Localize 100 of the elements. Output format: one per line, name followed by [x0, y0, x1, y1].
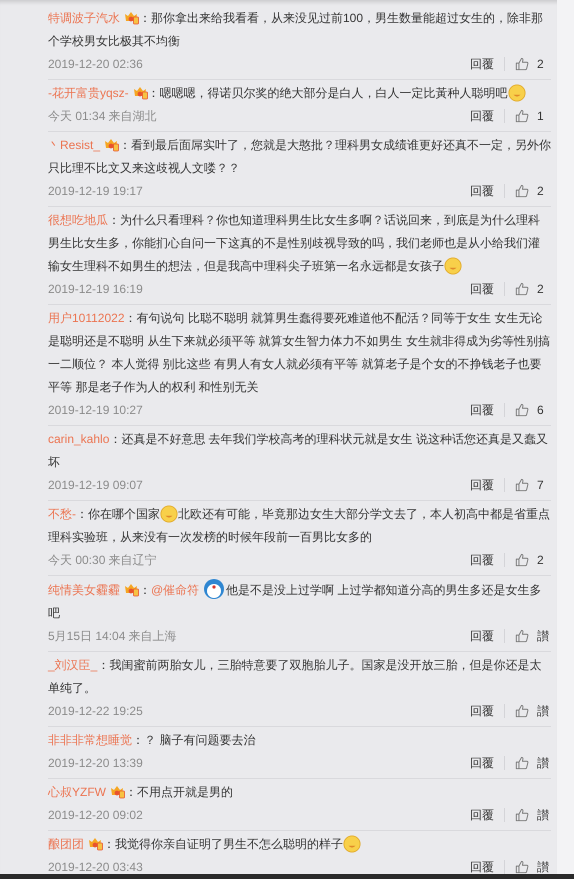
comment-text: 理科实验班，从来没有一次发榜的时候年段前一百男比女多的 [48, 530, 372, 544]
comment-time: 2019-12-20 09:02 [48, 807, 144, 824]
colon-separator: ： [139, 583, 151, 597]
comment-text: 他是不是没上过学啊 上过学都知道分高的男生多还是女生多 [226, 583, 542, 597]
comment-text: 那你拿出来给我看看，从来没见过前100，男生数量能超过女生的，除非那 [151, 11, 544, 25]
user-name-link[interactable]: 用户10112022 [48, 311, 124, 325]
user-name-link[interactable]: 非非非常想睡觉 [48, 733, 132, 747]
thumbs-up-icon[interactable] [515, 478, 529, 492]
colon-separator: ： [76, 507, 88, 521]
smiley-icon [508, 84, 526, 102]
like-count: 讃 [537, 703, 550, 720]
comment-text: 个学校男女比极其不均衡 [48, 34, 180, 48]
comment-text: 看到最后面屌实叶了，您就是大憨批？理科男女成绩谁更好还真不一定，另外你 [131, 138, 552, 152]
thumbs-up-icon[interactable] [515, 184, 529, 198]
smiley-icon [444, 257, 462, 275]
sticker-icon [203, 578, 226, 600]
comment-time: 2019-12-19 16:19 [48, 281, 144, 298]
reply-link[interactable]: 回覆 [470, 806, 494, 824]
reply-link[interactable]: 回覆 [470, 182, 494, 200]
like-count: 讃 [537, 859, 550, 874]
comment-text: 吧 [48, 606, 60, 620]
reply-link[interactable]: 回覆 [470, 55, 494, 73]
thumbs-up-icon[interactable] [515, 403, 529, 417]
mention-link[interactable]: @催命符 [151, 583, 200, 597]
reply-link[interactable]: 回覆 [470, 551, 494, 569]
user-name-link[interactable]: 很想吃地瓜 [48, 213, 108, 227]
comment-time: 2019-12-19 19:17 [48, 183, 144, 200]
reply-link[interactable]: 回覆 [470, 476, 494, 494]
like-count: 讃 [537, 628, 550, 645]
comment-text: 为什么只看理科？你也知道理科男生比女生多啊？话说回来，到底是为什么理科 [120, 213, 540, 227]
reply-link[interactable]: 回覆 [470, 401, 494, 419]
comment-text: 单纯了。 [48, 681, 96, 695]
comment-text: 有句说句 比聪不聪明 就算男生蠢得要死难道他不配活？同等于女生 女生无论 [136, 311, 543, 325]
comment-text: 坏 [48, 455, 60, 469]
user-name-link[interactable]: -花开富贵yqsz- [48, 86, 129, 100]
comment-time: 2019-12-20 03:43 [48, 859, 144, 874]
like-count: 2 [537, 281, 545, 298]
reply-link[interactable]: 回覆 [470, 627, 494, 645]
like-count: 6 [537, 402, 545, 419]
comment-time: 今天 00:30 来自辽宁 [48, 552, 158, 569]
comment-text: 我觉得你亲自证明了男生不怎么聪明的样子 [115, 837, 343, 851]
user-name-link[interactable]: 纯情美女霾霾 [48, 583, 120, 597]
comment-text: 嗯嗯嗯，得诺贝尔奖的绝大部分是白人，白人一定比黃种人聪明吧 [160, 86, 508, 100]
thumbs-up-icon[interactable] [515, 282, 529, 296]
comment-text: ？ 脑子有问题要去治 [144, 733, 256, 747]
like-count: 2 [537, 552, 545, 569]
user-name-link[interactable]: 不愁- [48, 507, 76, 521]
comment-time: 今天 01:34 来自湖北 [48, 108, 158, 125]
user-name-link[interactable]: carin_kahlo [48, 432, 110, 446]
like-count: 2 [537, 183, 545, 200]
thumbs-up-icon[interactable] [515, 808, 529, 822]
comment-time: 2019-12-19 10:27 [48, 402, 144, 419]
colon-separator: ： [124, 311, 136, 325]
colon-separator: ： [103, 837, 115, 851]
comment-text: 只比理不比文又来这歧视人文喽？？ [48, 161, 240, 175]
thumbs-up-icon[interactable] [515, 860, 529, 874]
reply-link[interactable]: 回覆 [470, 107, 494, 125]
comment-text: 男生比女生多，你能扪心自问一下这真的不是性别歧视导致的吗，我们老师也是从小给我们灌 [48, 236, 540, 250]
like-count: 2 [537, 56, 545, 73]
user-name-link[interactable]: 特调波子汽水 [48, 11, 120, 25]
colon-separator: ： [132, 733, 144, 747]
comment-text: 平等 那是老子作为人的权利 和性别无关 [48, 380, 259, 394]
reply-link[interactable]: 回覆 [470, 702, 494, 720]
user-name-link[interactable]: _刘汉臣_ [48, 658, 98, 672]
colon-separator: ： [108, 213, 120, 227]
thumbs-up-icon[interactable] [515, 629, 529, 643]
comment-text: 北欧还有可能，毕竟那边女生大部分学文去了，本人初高中都是省重点 [178, 507, 550, 521]
thumbs-up-icon[interactable] [515, 756, 529, 770]
colon-separator: ： [97, 658, 110, 672]
user-name-link[interactable]: 心叔YZFW [48, 785, 106, 799]
reply-link[interactable]: 回覆 [470, 280, 494, 298]
comment-text: 还真是不好意思 去年我们学校高考的理科状元就是女生 说这种话您还真是又蠢又 [121, 432, 548, 446]
comment-text: 是聪明还是不聪明 从生下来就必须平等 就算女生智力体力不如男生 女生就非得成为劣等性别搞 [48, 334, 550, 348]
colon-separator: ： [125, 785, 137, 799]
colon-separator: ： [148, 86, 160, 100]
user-name-link[interactable]: 酿团团 [48, 837, 84, 851]
like-count: 讃 [537, 755, 550, 772]
like-count: 7 [537, 477, 545, 494]
smiley-icon [343, 835, 361, 853]
comment-text: 输女生理科不如男生的想法，但是我高中理科尖子班第一名永远都是女孩子 [48, 259, 444, 273]
reply-link[interactable]: 回覆 [470, 754, 494, 772]
comment-time: 2019-12-20 02:36 [48, 56, 144, 73]
like-count: 讃 [537, 807, 550, 824]
smiley-icon [160, 505, 178, 523]
comment-time: 5月15日 14:04 来自上海 [48, 628, 178, 645]
colon-separator: ： [139, 11, 151, 25]
comment-text: 一二顺位？ 本人觉得 别比这些 有男人有女人就必须有平等 就算老子是个女的不挣钱老子也要 [48, 357, 542, 371]
like-count: 1 [537, 108, 545, 125]
user-name-link[interactable]: 丶Resist_ [48, 138, 100, 152]
thumbs-up-icon[interactable] [515, 57, 529, 71]
comment-time: 2019-12-22 19:25 [48, 703, 144, 720]
thumbs-up-icon[interactable] [515, 704, 529, 718]
thumbs-up-icon[interactable] [515, 109, 529, 123]
thumbs-up-icon[interactable] [515, 553, 529, 567]
comment-text: 不用点开就是男的 [137, 785, 233, 799]
reply-link[interactable]: 回覆 [470, 858, 494, 874]
colon-separator: ： [119, 138, 132, 152]
colon-separator: ： [109, 432, 122, 446]
comment-time: 2019-12-20 13:39 [48, 755, 144, 772]
comment-text: 你在哪个国家 [88, 507, 160, 521]
